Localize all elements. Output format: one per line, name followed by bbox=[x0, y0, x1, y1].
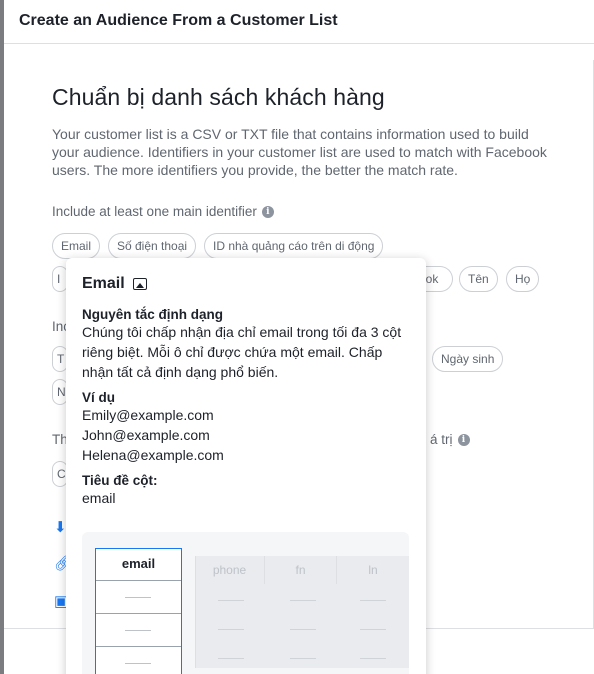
value-column-label-right: á trị i bbox=[430, 432, 470, 447]
tag-last-name[interactable]: Họ bbox=[506, 266, 540, 292]
table-cell-placeholder bbox=[360, 629, 386, 630]
column-heading: Tiêu đề cột: bbox=[82, 473, 158, 488]
column-value: email bbox=[82, 490, 116, 506]
tag-phone[interactable]: Số điện thoại bbox=[108, 233, 197, 259]
example-table: phone fn ln email bbox=[82, 532, 409, 674]
format-heading: Nguyên tắc định dạng bbox=[82, 307, 224, 322]
dialog-header: Create an Audience From a Customer List bbox=[4, 0, 594, 44]
main-identifier-text: Include at least one main identifier bbox=[52, 204, 257, 219]
column-header-fn: fn bbox=[265, 556, 337, 584]
table-cell-placeholder bbox=[290, 600, 316, 601]
email-format-popover: Email Nguyên tắc định dạng Chúng tôi chấ… bbox=[66, 258, 426, 674]
page-heading: Chuẩn bị danh sách khách hàng bbox=[52, 84, 385, 110]
tag-email[interactable]: Email bbox=[52, 233, 101, 259]
tag-mobile-advertiser-id[interactable]: ID nhà quảng cáo trên di động bbox=[204, 233, 384, 259]
table-cell-placeholder bbox=[290, 629, 316, 630]
table-cell-placeholder bbox=[360, 658, 386, 659]
table-cell-placeholder bbox=[218, 629, 244, 630]
page-description: Your customer list is a CSV or TXT file … bbox=[52, 126, 547, 178]
email-cell bbox=[96, 581, 181, 614]
tag-birthday[interactable]: Ngày sinh bbox=[432, 346, 504, 372]
column-header-email: email bbox=[96, 549, 181, 581]
table-cell-placeholder bbox=[360, 600, 386, 601]
tag-first-name[interactable]: Tên bbox=[459, 266, 498, 292]
example-1: Emily@example.com bbox=[82, 407, 214, 423]
format-text: Chúng tôi chấp nhận địa chỉ email trong … bbox=[82, 324, 402, 380]
example-2: John@example.com bbox=[82, 427, 210, 443]
table-cell-placeholder bbox=[218, 658, 244, 659]
popover-title-row: Email bbox=[82, 275, 410, 293]
example-heading: Ví dụ bbox=[82, 390, 115, 405]
column-header-ln: ln bbox=[368, 563, 378, 577]
info-icon[interactable]: i bbox=[457, 433, 470, 446]
example-3: Helena@example.com bbox=[82, 447, 224, 463]
highlighted-email-column: email bbox=[95, 548, 182, 674]
main-identifier-label: Include at least one main identifier i bbox=[52, 204, 274, 219]
popover-title: Email bbox=[82, 275, 125, 292]
value-column-label-text: á trị bbox=[430, 432, 453, 447]
info-icon[interactable]: i bbox=[261, 205, 274, 218]
table-cell-placeholder bbox=[218, 600, 244, 601]
content-area: Chuẩn bị danh sách khách hàng Your custo… bbox=[52, 84, 552, 179]
table-cell-placeholder bbox=[290, 658, 316, 659]
column-header-phone: phone bbox=[195, 556, 265, 584]
email-cell bbox=[96, 614, 181, 647]
dialog-title: Create an Audience From a Customer List bbox=[19, 12, 338, 29]
image-icon bbox=[132, 278, 147, 290]
email-cell bbox=[96, 647, 181, 674]
